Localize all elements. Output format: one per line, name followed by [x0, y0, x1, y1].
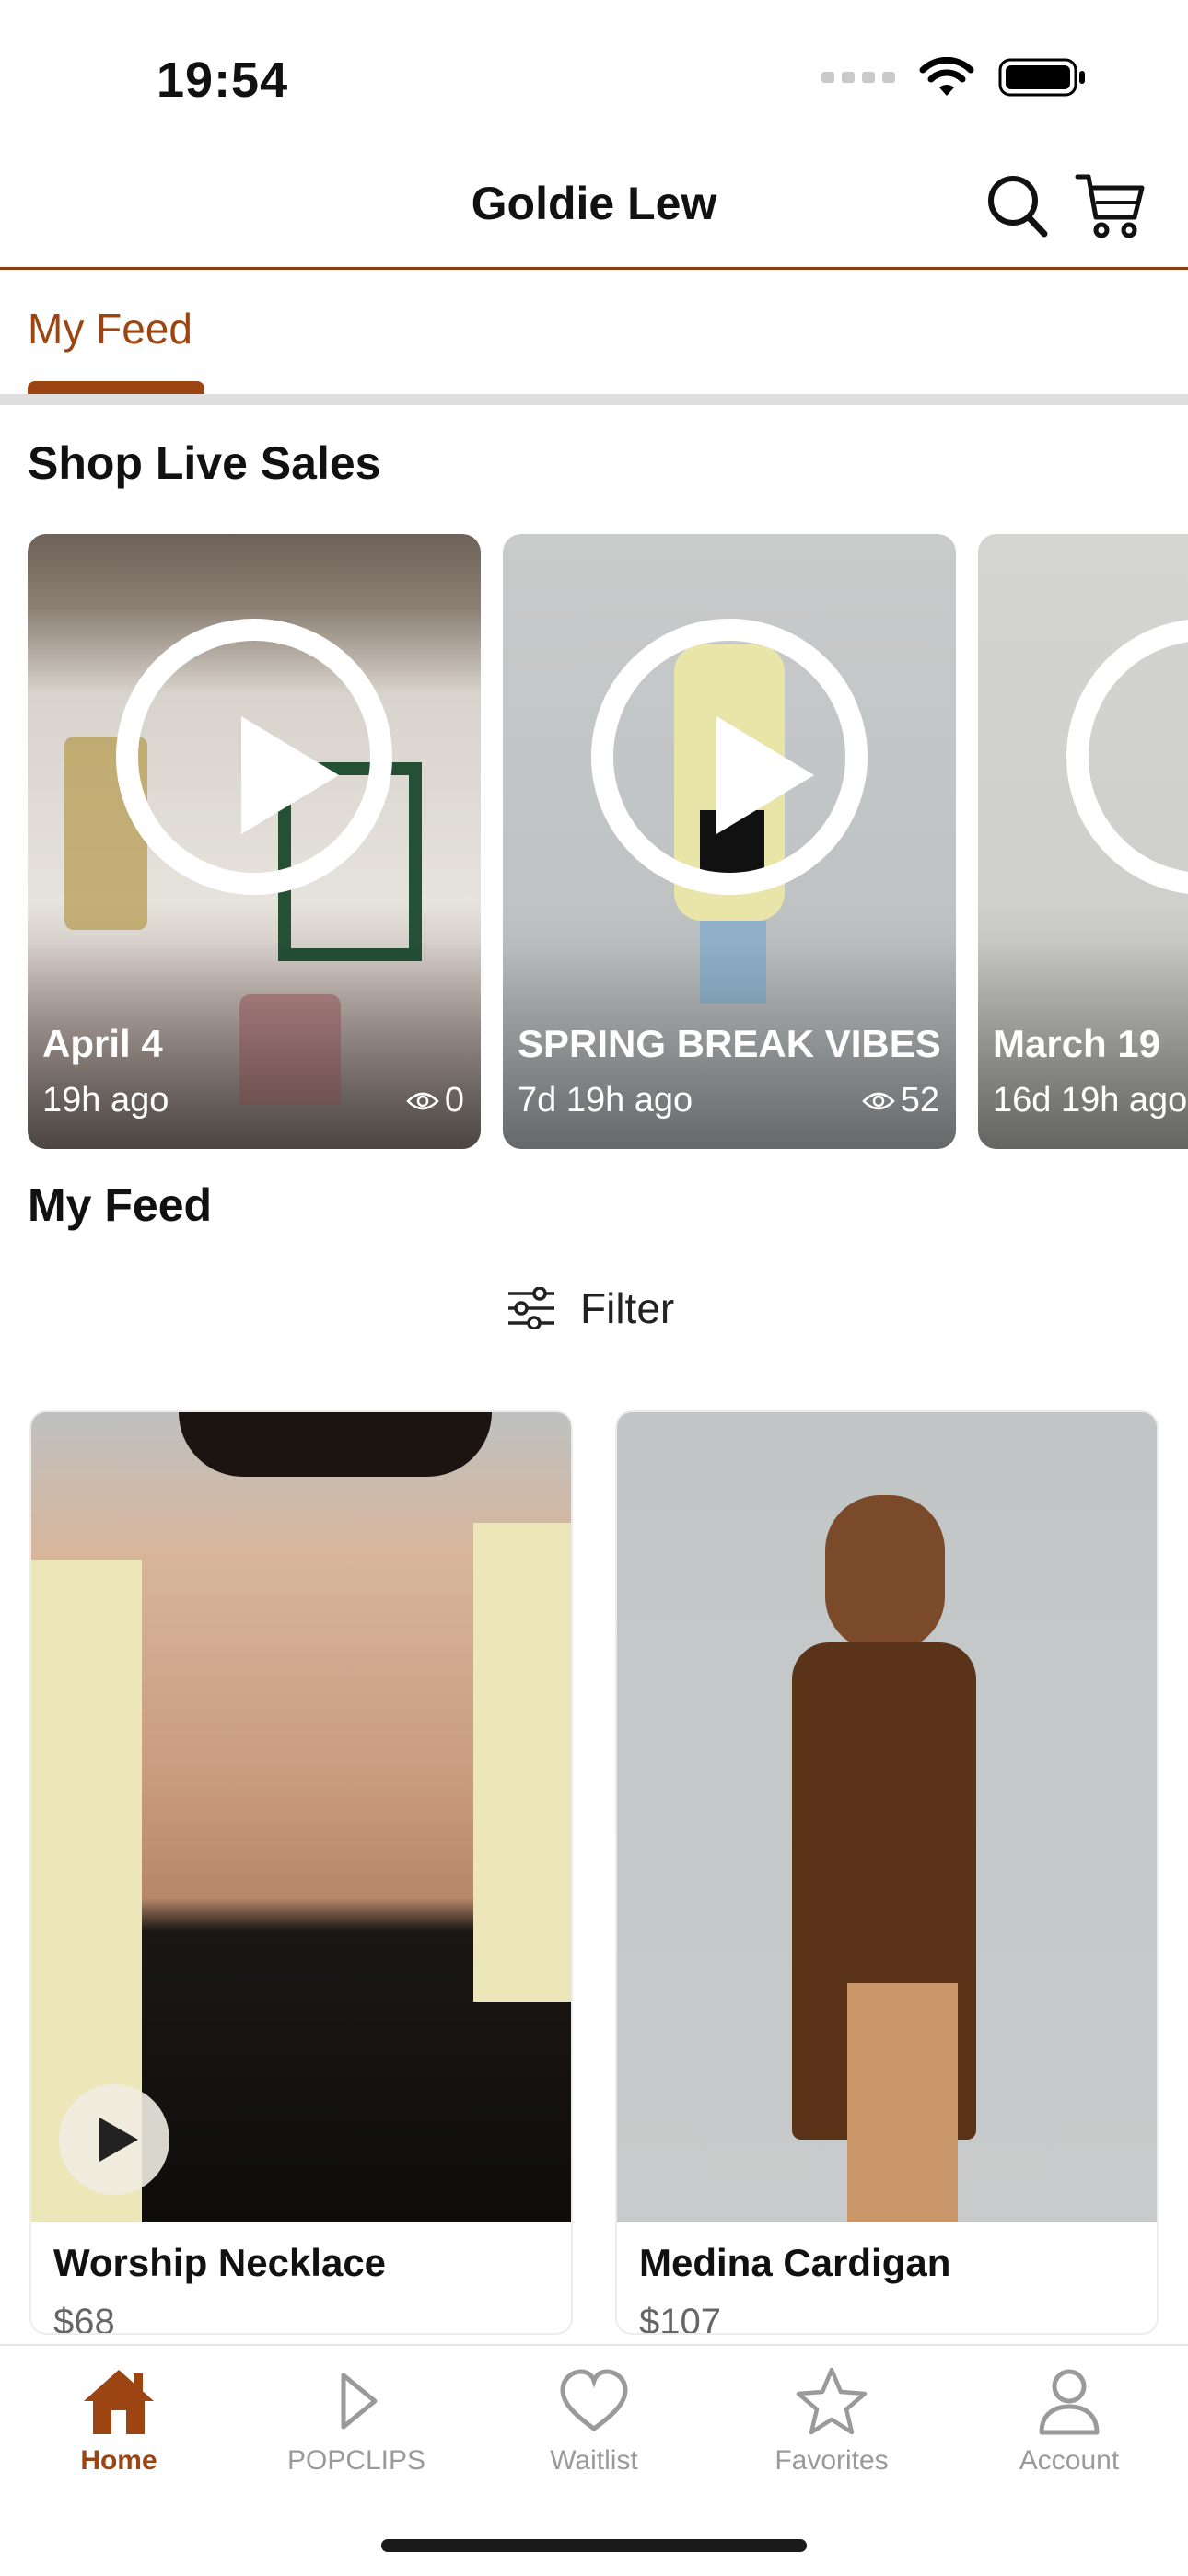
- live-sale-view-count: 0: [444, 1081, 464, 1120]
- play-icon: [591, 619, 868, 895]
- heart-icon: [560, 2369, 628, 2432]
- tab-label: Home: [80, 2445, 157, 2476]
- tab-account[interactable]: Account: [950, 2366, 1188, 2477]
- video-play-button[interactable]: [59, 2084, 169, 2195]
- product-card[interactable]: Medina Cardigan $107: [617, 1412, 1157, 2333]
- play-outline-icon: [341, 2373, 378, 2430]
- tab-divider: [0, 394, 1188, 405]
- filter-button[interactable]: Filter: [507, 1283, 674, 1333]
- status-icons: [821, 57, 1087, 98]
- live-sale-card[interactable]: April 4 19h ago 0: [28, 534, 481, 1149]
- product-card[interactable]: Worship Necklace $68: [31, 1412, 571, 2333]
- tab-label: Favorites: [775, 2445, 889, 2476]
- wifi-icon: [919, 57, 974, 96]
- product-image: [617, 1412, 1157, 2222]
- product-name: Medina Cardigan: [639, 2241, 951, 2284]
- cart-button[interactable]: [1074, 169, 1147, 243]
- tab-waitlist[interactable]: Waitlist: [475, 2366, 713, 2477]
- live-sale-time: 19h ago: [42, 1081, 169, 1120]
- live-sale-time: 16d 19h ago: [993, 1081, 1188, 1120]
- product-image: [31, 1412, 571, 2222]
- tab-label: Account: [1019, 2445, 1120, 2476]
- sliders-icon: [508, 1287, 554, 1329]
- filter-label: Filter: [580, 1284, 675, 1332]
- star-icon: [796, 2367, 868, 2435]
- status-time: 19:54: [157, 52, 289, 108]
- search-button[interactable]: [985, 171, 1050, 241]
- product-name: Worship Necklace: [53, 2241, 387, 2284]
- cellular-signal-icon: [821, 72, 895, 83]
- play-icon: [1066, 619, 1188, 895]
- home-indicator: [381, 2539, 807, 2552]
- product-price: $107: [639, 2302, 721, 2333]
- tab-popclips[interactable]: POPCLIPS: [238, 2366, 475, 2477]
- live-sale-title: March 19: [993, 1022, 1161, 1065]
- live-sale-card[interactable]: March 19 16d 19h ago: [978, 534, 1188, 1149]
- cart-icon: [1075, 174, 1145, 238]
- battery-icon: [998, 58, 1085, 97]
- live-sale-time: 7d 19h ago: [518, 1081, 693, 1120]
- tab-my-feed[interactable]: My Feed: [28, 304, 192, 354]
- search-icon: [988, 176, 1048, 238]
- tab-label: Waitlist: [550, 2445, 638, 2476]
- eye-icon: [861, 1092, 895, 1109]
- live-sale-card[interactable]: SPRING BREAK VIBES 7d 19h ago 52: [503, 534, 956, 1149]
- live-sale-views: 52: [861, 1081, 939, 1120]
- feed-heading: My Feed: [28, 1179, 213, 1231]
- home-icon: [84, 2370, 154, 2434]
- live-sale-title: SPRING BREAK VIBES: [518, 1022, 941, 1065]
- play-icon: [116, 619, 392, 895]
- live-sale-title: April 4: [42, 1022, 163, 1065]
- eye-icon: [406, 1092, 439, 1109]
- product-price: $68: [53, 2302, 115, 2333]
- tab-label: POPCLIPS: [286, 2445, 426, 2476]
- live-sales-heading: Shop Live Sales: [28, 437, 381, 489]
- live-sale-views: 0: [406, 1081, 464, 1120]
- person-icon: [1039, 2369, 1100, 2435]
- live-sale-view-count: 52: [900, 1081, 939, 1120]
- tab-favorites[interactable]: Favorites: [713, 2366, 950, 2477]
- tab-home[interactable]: Home: [0, 2366, 238, 2477]
- active-tab-indicator: [28, 381, 204, 394]
- header-divider: [0, 267, 1188, 270]
